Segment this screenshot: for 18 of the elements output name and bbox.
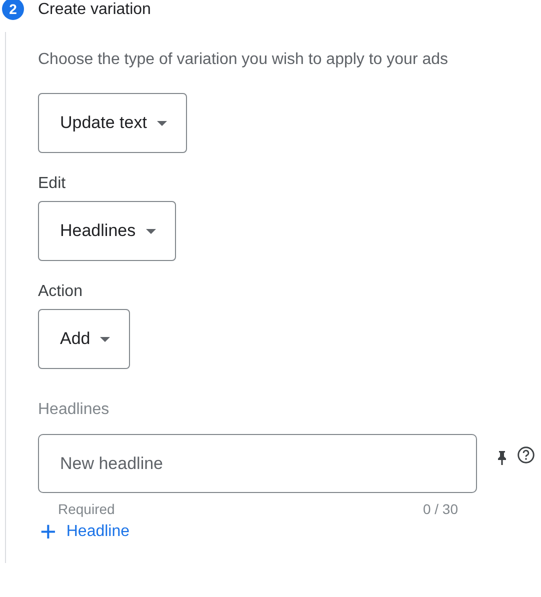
dropdown[interactable]: Update text: [38, 93, 187, 153]
caret-icon: [146, 228, 156, 234]
headline-field[interactable]: New headline: [38, 434, 477, 493]
hint-text: Required: [58, 501, 115, 517]
field-label: Headlines: [38, 401, 110, 419]
step-title: Create variation: [38, 1, 151, 19]
help-icon[interactable]: [517, 446, 535, 464]
field-label: Edit: [38, 175, 67, 193]
dropdown[interactable]: Add: [38, 309, 130, 369]
caret-icon: [156, 120, 167, 126]
character-counter: 0 / 30: [422, 501, 458, 517]
add-headline-button[interactable]: + Headline: [38, 521, 130, 543]
description: Choose the type of variation you wish to apply to your ads: [38, 51, 450, 69]
pin-icon[interactable]: [497, 451, 507, 465]
step-number: 2: [2, 0, 24, 20]
field-label: Action: [38, 283, 84, 301]
dropdown[interactable]: Headlines: [38, 201, 176, 261]
caret-icon: [100, 336, 110, 342]
